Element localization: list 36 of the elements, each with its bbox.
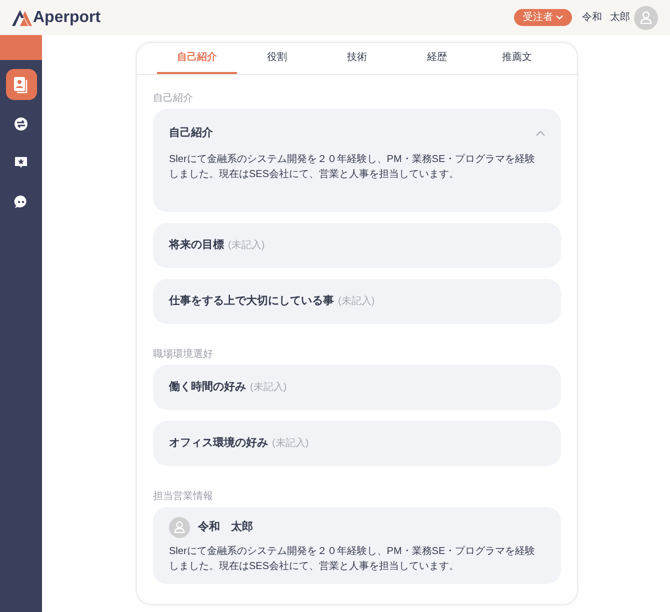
empty-note: (未記入)	[250, 380, 287, 394]
card-body-text: Slerにて金融系のシステム開発を２０年経験し、PM・業務SE・プログラマを経験しました。現在はSES会社にて、営業と人事を担当しています。	[169, 152, 536, 182]
sales-rep-bio: Slerにて金融系のシステム開発を２０年経験し、PM・業務SE・プログラマを経験しました。現在はSES会社にて、営業と人事を担当しています。	[169, 544, 536, 574]
card-title: 自己紹介	[169, 126, 213, 141]
accordion-card[interactable]: 働く時間の好み (未記入)	[153, 364, 561, 410]
section-heading: 職場環境選好	[153, 348, 214, 362]
avatar-icon	[169, 516, 190, 538]
card-title: 将来の目標	[169, 238, 224, 253]
accordion-card[interactable]: 仕事をする上で大切にしている事 (未記入)	[153, 278, 561, 324]
document-person-icon	[12, 76, 30, 94]
accordion-card[interactable]: 自己紹介 Slerにて金融系のシステム開発を２０年経験し、PM・業務SE・プログラマを経験しました。現在はSES会社にて、営業と人事を担当しています。	[153, 109, 561, 212]
section-heading: 担当営業情報	[153, 490, 214, 504]
tab[interactable]: 経歴	[397, 43, 477, 74]
chat-icon	[14, 194, 28, 208]
section-heading: 自己紹介	[153, 92, 194, 106]
sidebar-item[interactable]	[6, 69, 36, 100]
tab[interactable]: 役割	[237, 43, 317, 74]
sales-rep-name: 令和 太郎	[198, 520, 253, 535]
logo-text: Aperport	[33, 8, 101, 28]
chevron-down-icon	[556, 15, 563, 20]
empty-note: (未記入)	[272, 436, 309, 450]
user-name: 太郎	[610, 10, 630, 25]
empty-note: (未記入)	[338, 294, 375, 308]
accordion-card[interactable]: オフィス環境の好み (未記入)	[153, 420, 561, 466]
sidebar-header	[0, 35, 42, 60]
tab[interactable]: 技術	[317, 43, 397, 74]
accordion-card[interactable]: 将来の目標 (未記入)	[153, 222, 561, 268]
empty-note: (未記入)	[228, 238, 265, 252]
star-message-icon	[14, 156, 28, 170]
card-title: オフィス環境の好み	[169, 436, 268, 451]
card-title: 働く時間の好み	[169, 380, 246, 395]
user-name: 令和	[582, 10, 602, 25]
logo-icon	[12, 10, 32, 26]
card-title: 仕事をする上で大切にしている事	[169, 294, 334, 309]
tab[interactable]: 推薦文	[477, 43, 557, 74]
exchange-icon	[14, 116, 28, 130]
